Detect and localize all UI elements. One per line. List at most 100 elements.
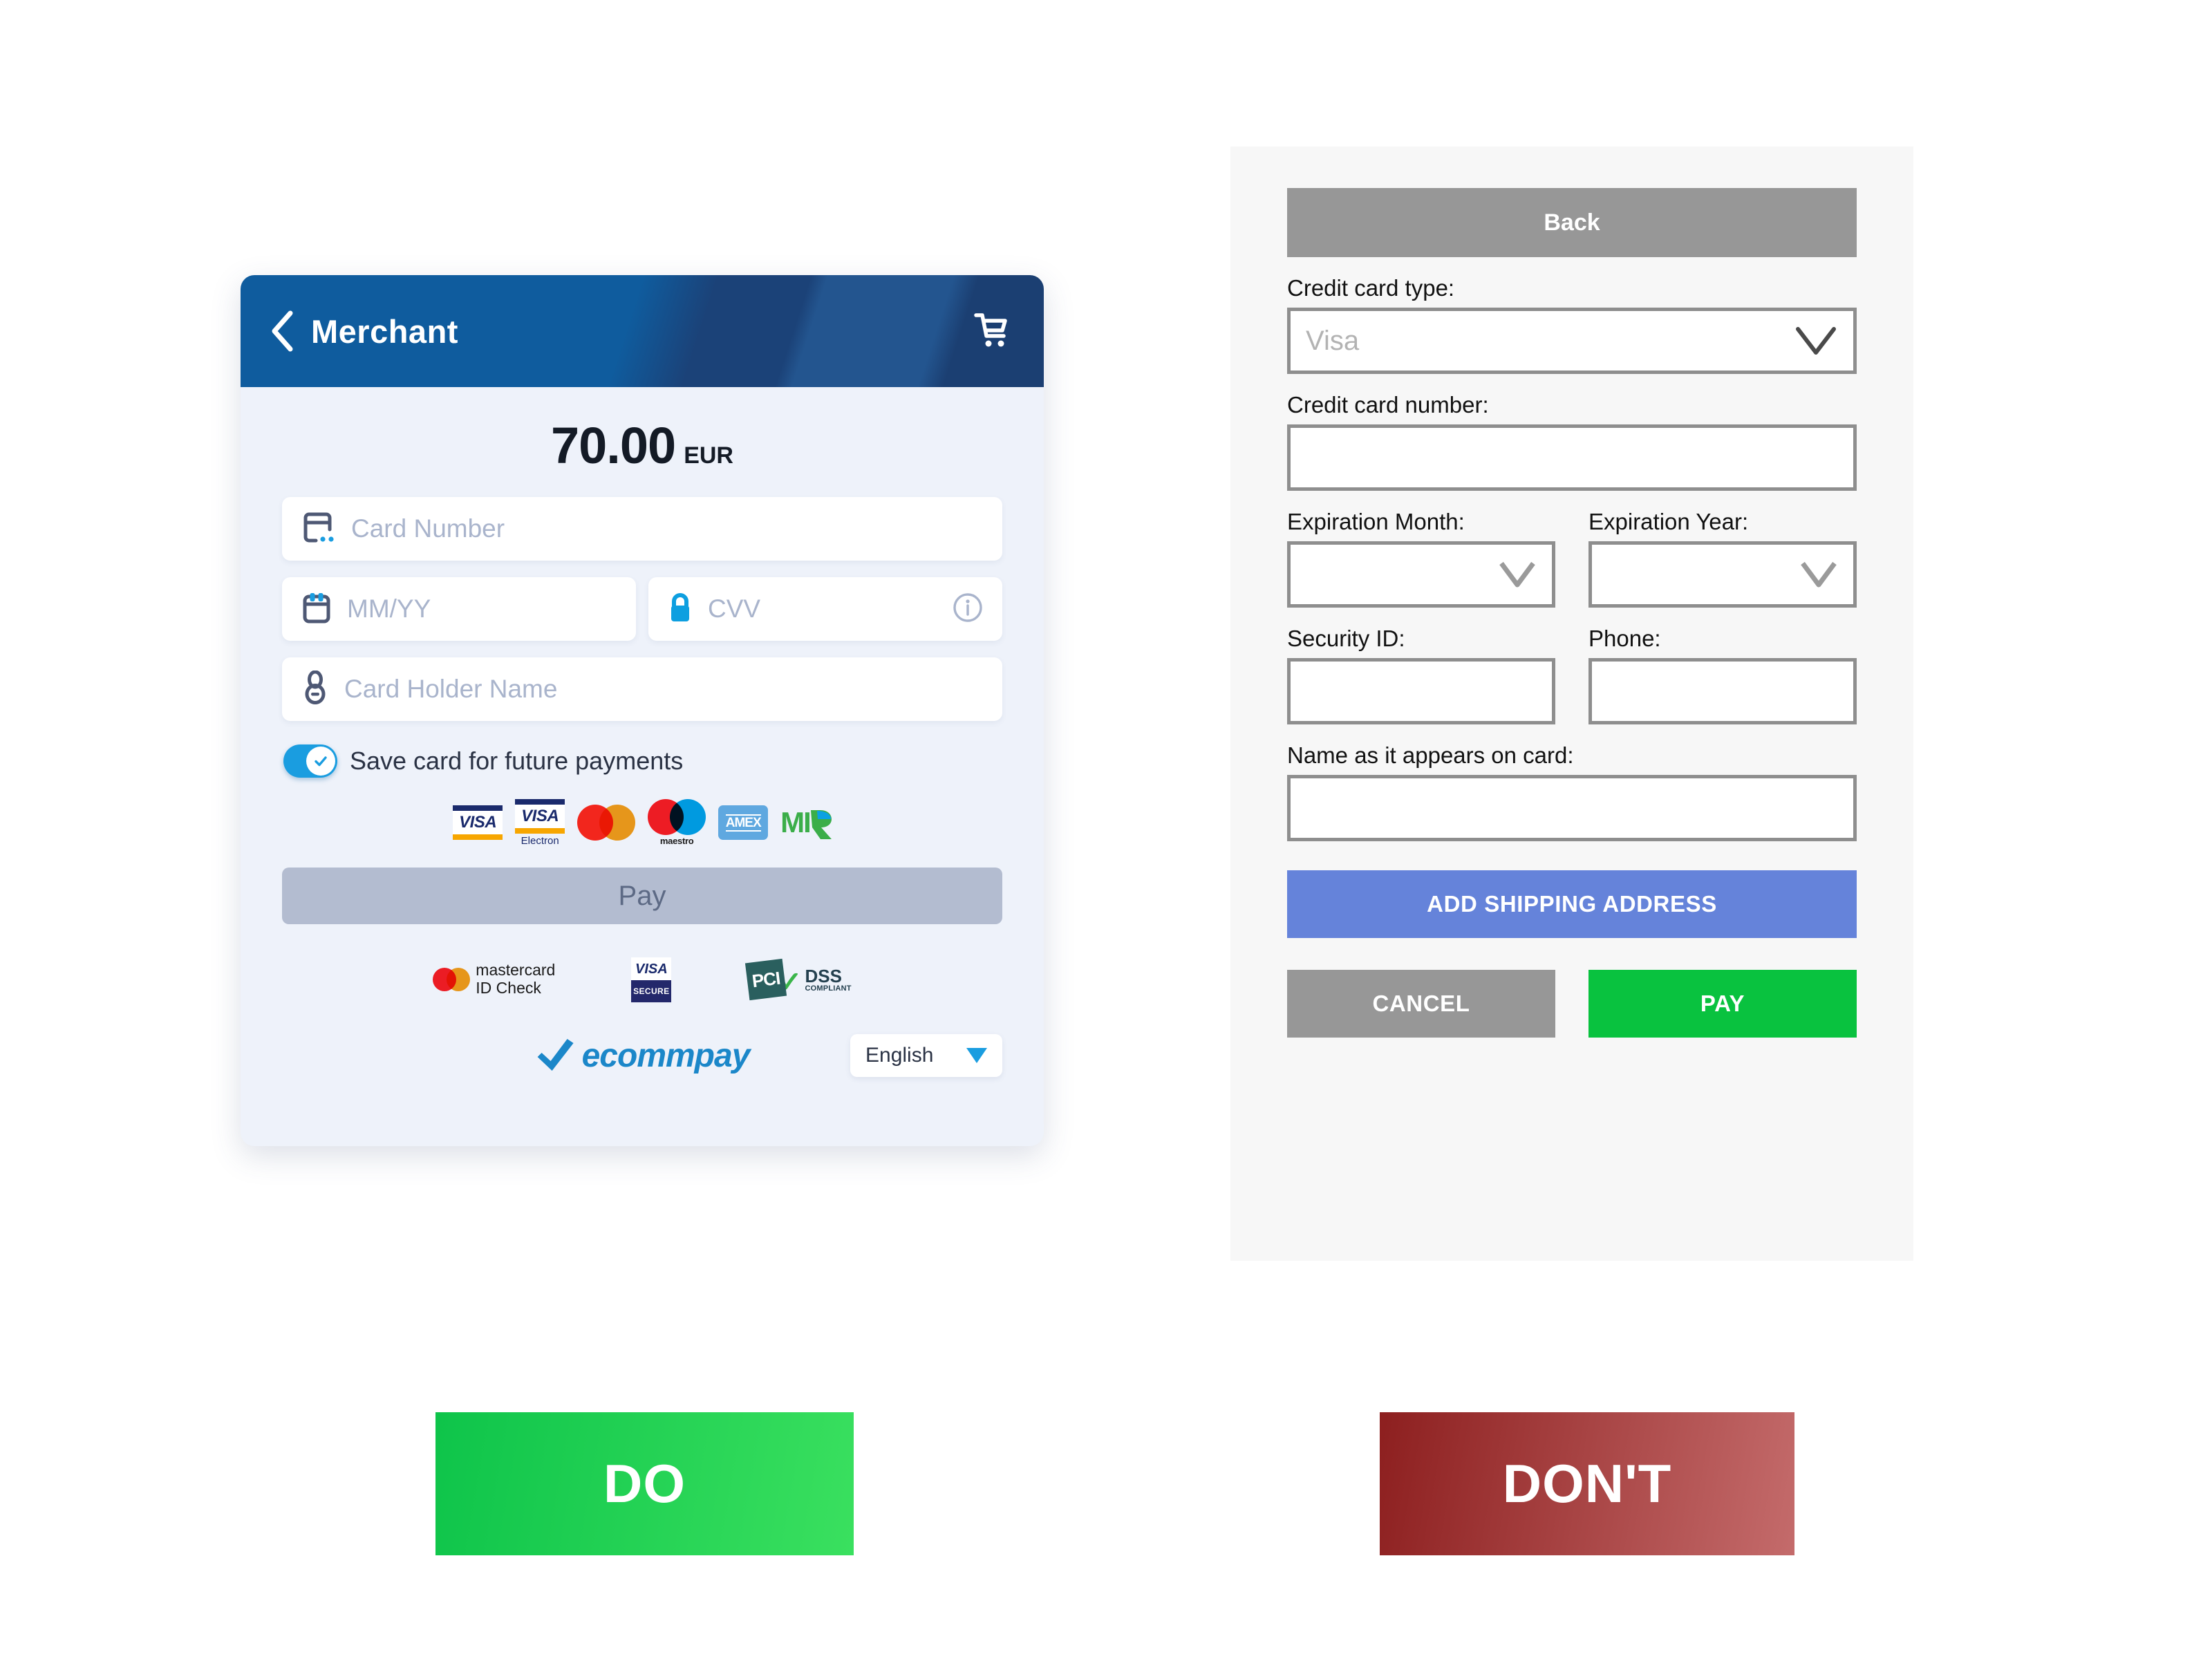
language-select[interactable]: English xyxy=(850,1034,1002,1077)
do-banner-label: DO xyxy=(603,1453,686,1514)
visa-electron-sub: Electron xyxy=(521,834,559,847)
expiration-year-select[interactable] xyxy=(1588,541,1857,608)
pci-tile-text: PCI xyxy=(751,967,782,991)
visa-electron-logo-text: VISA xyxy=(521,806,559,825)
expiry-placeholder: MM/YY xyxy=(347,594,431,623)
security-phone-row: Security ID: Phone: xyxy=(1287,608,1857,724)
merchant-header: Merchant xyxy=(241,275,1044,387)
chevron-down-icon xyxy=(1794,325,1838,357)
name-on-card-label: Name as it appears on card: xyxy=(1287,742,1574,768)
expiration-month-select[interactable] xyxy=(1287,541,1555,608)
add-shipping-address-button[interactable]: ADD SHIPPING ADDRESS xyxy=(1287,870,1857,938)
merchant-title: Merchant xyxy=(311,312,458,350)
payment-form-dont: Back Credit card type: Visa Credit card … xyxy=(1230,147,1913,1261)
mastercard-logo xyxy=(577,805,636,841)
save-card-toggle[interactable] xyxy=(283,744,337,778)
mc-idcheck-orange xyxy=(447,968,471,991)
mastercard-orange-circle xyxy=(599,805,636,841)
name-on-card-input[interactable] xyxy=(1287,775,1857,841)
caret-down-icon xyxy=(966,1048,987,1063)
do-banner: DO xyxy=(435,1412,854,1555)
toggle-knob xyxy=(306,747,335,776)
check-icon xyxy=(315,756,327,767)
trust-badges-row: mastercard ID Check VISA SECURE PCI ✓ DS xyxy=(241,952,1044,1007)
dont-banner-label: DON'T xyxy=(1502,1453,1672,1514)
ecommpay-wordmark: ecommpay xyxy=(581,1037,751,1074)
mastercard-word: mastercard xyxy=(476,961,556,980)
id-check-word: ID Check xyxy=(476,979,541,997)
visa-secure-badge: VISA SECURE xyxy=(631,957,672,1002)
maestro-wordmark: maestro xyxy=(659,836,694,846)
ecommpay-logo: ecommpay xyxy=(535,1036,750,1076)
add-shipping-address-label: ADD SHIPPING ADDRESS xyxy=(1427,891,1717,917)
dont-form-inner: Back Credit card type: Visa Credit card … xyxy=(1230,147,1913,1038)
amount-currency: EUR xyxy=(684,442,733,469)
shopping-cart-icon[interactable] xyxy=(969,308,1012,355)
credit-card-type-value: Visa xyxy=(1306,325,1360,356)
credit-card-type-select[interactable]: Visa xyxy=(1287,308,1857,374)
expiration-month-group: Expiration Month: xyxy=(1287,491,1555,608)
checkmark-logo-icon xyxy=(535,1036,577,1076)
pay-button-label: Pay xyxy=(618,880,666,911)
mastercard-id-check-marks xyxy=(433,968,471,991)
expiry-input[interactable]: MM/YY xyxy=(282,577,636,641)
card-footer: ecommpay English xyxy=(241,1028,1044,1083)
visa-electron-logo: VISA Electron xyxy=(515,798,565,847)
pay-button-dont-label: PAY xyxy=(1700,991,1745,1016)
card-holder-input[interactable]: Card Holder Name xyxy=(282,657,1002,721)
credit-card-type-label: Credit card type: xyxy=(1287,275,1455,301)
expiration-year-group: Expiration Year: xyxy=(1588,491,1857,608)
pci-dss-text: DSS COMPLIANT xyxy=(805,967,852,993)
visa-secure-secure-text: SECURE xyxy=(633,986,670,996)
credit-card-icon xyxy=(301,512,336,546)
cancel-button[interactable]: CANCEL xyxy=(1287,970,1555,1038)
card-number-placeholder: Card Number xyxy=(351,514,505,543)
maestro-logo: maestro xyxy=(648,799,706,846)
security-id-input[interactable] xyxy=(1287,658,1555,724)
visa-logo-text: VISA xyxy=(459,813,497,832)
pci-dss-compliant-badge: PCI ✓ DSS COMPLIANT xyxy=(745,958,852,1001)
visa-logo: VISA xyxy=(453,805,503,840)
calendar-icon xyxy=(301,591,332,628)
mastercard-id-check-badge: mastercard ID Check xyxy=(433,961,556,997)
visa-secure-bottom: SECURE xyxy=(631,980,672,1002)
amex-logo: AMEX xyxy=(718,805,769,840)
chevron-down-icon xyxy=(1799,560,1838,589)
mastercard-id-check-text: mastercard ID Check xyxy=(476,961,556,997)
chevron-down-icon xyxy=(1498,560,1537,589)
amount-display: 70.00 EUR xyxy=(241,387,1044,497)
visa-secure-top: VISA xyxy=(631,957,672,980)
phone-group: Phone: xyxy=(1588,608,1857,724)
back-button[interactable]: Back xyxy=(1287,188,1857,257)
credit-card-number-input[interactable] xyxy=(1287,424,1857,491)
dont-banner: DON'T xyxy=(1380,1412,1794,1555)
save-card-toggle-row[interactable]: Save card for future payments xyxy=(282,744,1002,778)
pci-tile: PCI xyxy=(745,958,787,1001)
payment-card-do: Merchant 70.00 EUR Card Number MM/YY CVV… xyxy=(241,275,1044,1146)
cvv-input[interactable]: CVV xyxy=(648,577,1002,641)
visa-electron-badge: VISA xyxy=(515,798,565,834)
amex-logo-text: AMEX xyxy=(725,814,762,832)
card-number-input[interactable]: Card Number xyxy=(282,497,1002,561)
maestro-circles xyxy=(648,799,706,835)
pay-button[interactable]: Pay xyxy=(282,868,1002,924)
mir-logo: MI xyxy=(780,805,832,840)
visa-secure-visa-text: VISA xyxy=(635,961,668,977)
chevron-left-icon[interactable] xyxy=(267,310,299,353)
pay-button-dont[interactable]: PAY xyxy=(1588,970,1857,1038)
cancel-button-label: CANCEL xyxy=(1372,991,1470,1016)
credit-card-number-label: Credit card number: xyxy=(1287,392,1489,418)
pci-dss-word: DSS xyxy=(805,965,842,986)
lock-icon xyxy=(668,591,693,628)
card-holder-placeholder: Card Holder Name xyxy=(344,675,558,703)
info-circle-icon[interactable] xyxy=(953,592,983,626)
expiry-cvv-row: MM/YY CVV xyxy=(282,577,1002,641)
phone-input[interactable] xyxy=(1588,658,1857,724)
screenshot-root: Merchant 70.00 EUR Card Number MM/YY CVV… xyxy=(0,0,2212,1659)
expiration-row: Expiration Month: Expiration Year: xyxy=(1287,491,1857,608)
card-form-fields: Card Number MM/YY CVV Card Holder Name S… xyxy=(241,497,1044,847)
back-button-label: Back xyxy=(1544,209,1600,236)
save-card-label: Save card for future payments xyxy=(350,747,684,775)
language-value: English xyxy=(865,1044,934,1067)
cvv-placeholder: CVV xyxy=(708,594,761,623)
